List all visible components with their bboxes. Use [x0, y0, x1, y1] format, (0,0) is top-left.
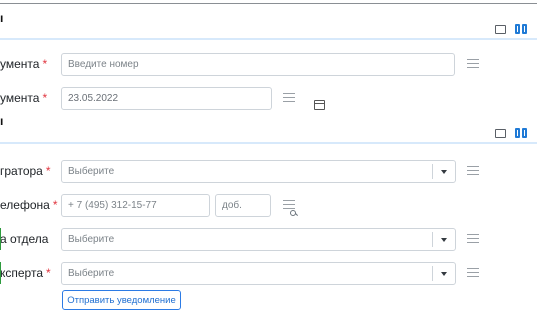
phone-input[interactable]: + 7 (495) 312-15-77: [61, 194, 296, 217]
list-icon[interactable]: [467, 268, 479, 277]
two-columns-icon[interactable]: [515, 128, 527, 138]
select-field[interactable]: Выберите: [61, 160, 456, 183]
field-label: елефона *: [0, 198, 58, 212]
section-title-fragment: ı: [0, 11, 4, 25]
calendar-icon[interactable]: [314, 99, 326, 110]
top-border: [0, 3, 537, 4]
field-label: ксперта *: [0, 266, 51, 280]
document-date-input[interactable]: 23.05.2022: [61, 87, 326, 110]
list-icon[interactable]: [283, 93, 295, 102]
list-icon[interactable]: [467, 166, 479, 175]
send-notification-button[interactable]: Отправить уведомление: [62, 290, 181, 310]
edge-mark: [0, 262, 1, 284]
caret-down-icon[interactable]: [433, 161, 455, 182]
caret-down-icon[interactable]: [433, 263, 455, 284]
list-icon[interactable]: [467, 234, 479, 243]
single-column-icon[interactable]: [495, 129, 506, 138]
list-icon[interactable]: [467, 59, 479, 68]
list-icon[interactable]: [283, 200, 295, 209]
search-icon[interactable]: [289, 209, 296, 216]
field-label: гратора *: [0, 164, 51, 178]
section-separator: [0, 142, 537, 144]
extension-input[interactable]: доб.: [215, 194, 271, 217]
section-title-fragment: ı: [0, 114, 4, 128]
field-label: умента *: [0, 57, 48, 71]
select-field[interactable]: Выберите: [61, 262, 456, 285]
two-columns-icon[interactable]: [515, 24, 527, 34]
caret-down-icon[interactable]: [433, 229, 455, 250]
select-field[interactable]: Выберите: [61, 228, 456, 251]
field-label: а отдела: [0, 232, 49, 246]
edge-mark: [0, 228, 1, 250]
single-column-icon[interactable]: [495, 25, 506, 34]
document-number-input[interactable]: Введите номер: [61, 53, 455, 76]
section-separator: [0, 38, 537, 40]
field-label: умента *: [0, 91, 48, 105]
